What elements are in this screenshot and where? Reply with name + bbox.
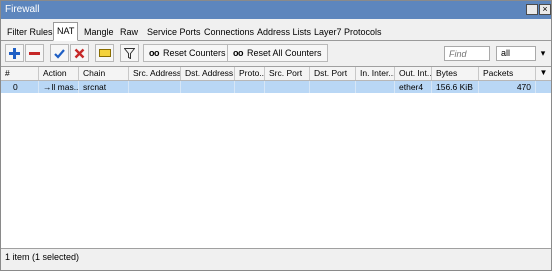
reset-counters-label: Reset Counters xyxy=(163,48,226,58)
funnel-icon xyxy=(124,47,135,59)
col-protocol[interactable]: Proto... xyxy=(235,67,265,80)
cell-action: →ll mas... xyxy=(39,81,79,93)
cell-in-interface xyxy=(356,81,395,93)
cell-src-address xyxy=(129,81,181,93)
cell-src-port xyxy=(265,81,310,93)
cross-icon xyxy=(74,48,85,58)
filter-select[interactable]: all xyxy=(496,46,536,61)
cell-protocol xyxy=(235,81,265,93)
find-input[interactable] xyxy=(444,46,490,61)
col-out-interface[interactable]: Out. Int... xyxy=(395,67,432,80)
cell-packets: 470 xyxy=(479,81,536,93)
reset-counters-button[interactable]: oo Reset Counters xyxy=(143,44,232,62)
table-row[interactable]: 0 →ll mas... srcnat ether4 156.6 KiB 470 xyxy=(1,81,551,93)
counter-icon: oo xyxy=(149,48,160,58)
cell-dst-port xyxy=(310,81,356,93)
table-header: # Action Chain Src. Address Dst. Address… xyxy=(1,67,551,81)
enable-button[interactable] xyxy=(50,44,69,62)
tab-service-ports[interactable]: Service Ports xyxy=(143,24,205,40)
tab-raw[interactable]: Raw xyxy=(116,24,142,40)
tab-address-lists[interactable]: Address Lists xyxy=(253,24,315,40)
tab-filter-rules[interactable]: Filter Rules xyxy=(3,24,57,40)
col-action[interactable]: Action xyxy=(39,67,79,80)
filter-dropdown-icon[interactable]: ▾ xyxy=(538,47,548,60)
check-icon xyxy=(54,48,65,59)
col-chain[interactable]: Chain xyxy=(79,67,129,80)
window-title: Firewall xyxy=(5,4,40,15)
restore-icon[interactable] xyxy=(526,4,538,15)
minus-icon xyxy=(29,51,40,55)
tab-connections[interactable]: Connections xyxy=(200,24,258,40)
counter-all-icon: oo xyxy=(233,48,244,58)
cell-number: 0 xyxy=(1,81,39,93)
col-packets[interactable]: Packets xyxy=(479,67,536,80)
col-src-address[interactable]: Src. Address xyxy=(129,67,181,80)
add-button[interactable] xyxy=(5,44,24,62)
cell-bytes: 156.6 KiB xyxy=(432,81,479,93)
comment-button[interactable] xyxy=(95,44,114,62)
cell-out-interface: ether4 xyxy=(395,81,432,93)
cell-dst-address xyxy=(181,81,235,93)
tab-layer7-protocols[interactable]: Layer7 Protocols xyxy=(310,24,386,40)
col-dst-port[interactable]: Dst. Port xyxy=(310,67,356,80)
nat-rules-table: # Action Chain Src. Address Dst. Address… xyxy=(1,66,551,249)
plus-icon xyxy=(9,47,20,59)
col-in-interface[interactable]: In. Inter... xyxy=(356,67,395,80)
col-number[interactable]: # xyxy=(1,67,39,80)
tab-bar: Filter Rules NAT Mangle Raw Service Port… xyxy=(1,22,551,41)
disable-button[interactable] xyxy=(70,44,89,62)
tab-nat[interactable]: NAT xyxy=(53,22,79,41)
close-icon[interactable]: × xyxy=(539,4,551,15)
tab-mangle[interactable]: Mangle xyxy=(80,24,118,40)
filter-button[interactable] xyxy=(120,44,139,62)
col-dst-address[interactable]: Dst. Address xyxy=(181,67,235,80)
cell-chain: srcnat xyxy=(79,81,129,93)
column-menu-icon[interactable]: ▼ xyxy=(536,67,551,80)
remove-button[interactable] xyxy=(25,44,44,62)
comment-icon xyxy=(98,49,111,57)
reset-all-counters-button[interactable]: oo Reset All Counters xyxy=(227,44,328,62)
status-bar: 1 item (1 selected) xyxy=(5,252,80,262)
col-bytes[interactable]: Bytes xyxy=(432,67,479,80)
firewall-window: Firewall × Filter Rules NAT Mangle Raw S… xyxy=(0,0,552,271)
toolbar: ooReset Counters ooReset All Counters al… xyxy=(1,42,551,64)
reset-all-counters-label: Reset All Counters xyxy=(247,48,322,58)
title-bar[interactable]: Firewall × xyxy=(1,1,551,19)
col-src-port[interactable]: Src. Port xyxy=(265,67,310,80)
